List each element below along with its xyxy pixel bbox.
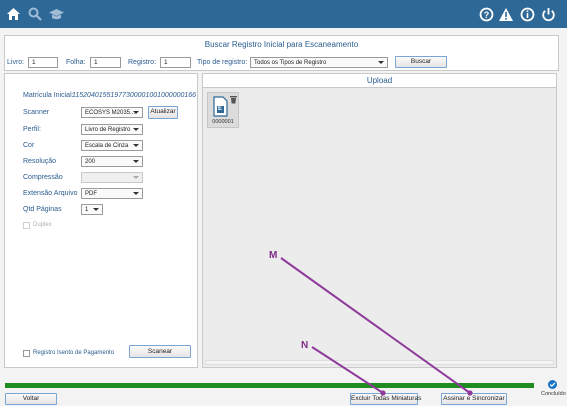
annotation-dot-n xyxy=(380,390,386,396)
annotation-label-m: M xyxy=(269,250,278,261)
annotation-dot-m xyxy=(467,390,473,396)
annotation-overlay xyxy=(280,257,473,396)
annotation-label-n: N xyxy=(301,340,309,351)
annotation-arrow-m xyxy=(280,257,471,394)
annotation-arrow-n xyxy=(311,346,384,394)
